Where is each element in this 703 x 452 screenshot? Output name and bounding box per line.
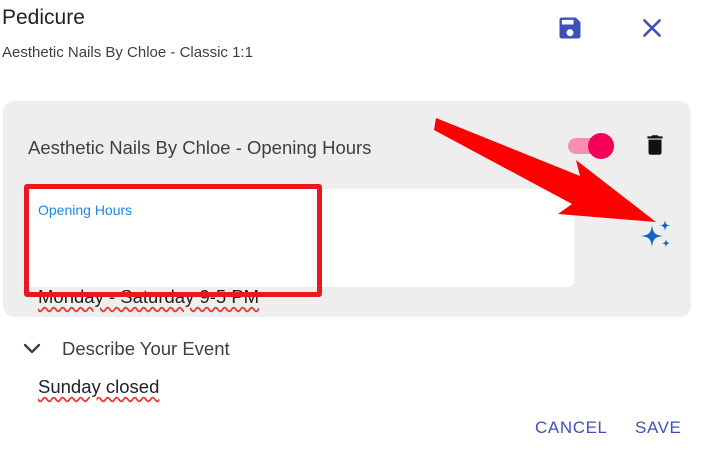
dialog-title: Pedicure bbox=[2, 6, 85, 29]
red-arrow-annotation bbox=[434, 118, 656, 222]
dialog-subtitle: Aesthetic Nails By Chloe - Classic 1:1 bbox=[2, 44, 253, 61]
card-title: Aesthetic Nails By Chloe - Opening Hours bbox=[28, 137, 372, 158]
highlight-annotation bbox=[24, 184, 322, 297]
save-icon[interactable] bbox=[556, 14, 584, 42]
describe-event-toggle[interactable]: Describe Your Event bbox=[62, 338, 230, 360]
chevron-down-icon[interactable] bbox=[22, 340, 42, 358]
close-icon[interactable] bbox=[638, 14, 666, 42]
cancel-button[interactable]: CANCEL bbox=[535, 418, 608, 438]
save-button[interactable]: SAVE bbox=[635, 418, 682, 438]
field-line: Sunday closed bbox=[38, 376, 160, 397]
sparkle-icon[interactable] bbox=[638, 217, 674, 253]
